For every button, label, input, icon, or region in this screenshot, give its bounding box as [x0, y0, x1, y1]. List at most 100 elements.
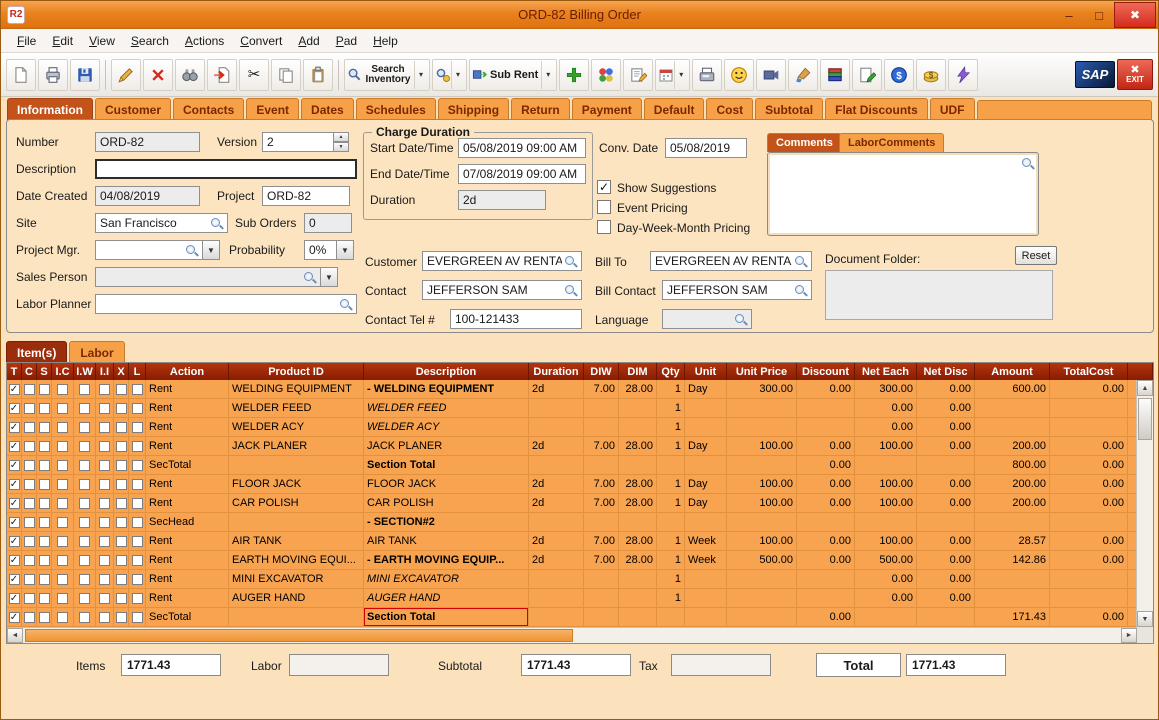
media-button[interactable] [756, 59, 786, 91]
rates-button[interactable]: $ [916, 59, 946, 91]
cell-net-disc[interactable]: 0.00 [917, 570, 975, 588]
cell-description[interactable]: AIR TANK [364, 532, 529, 550]
row-checkbox-i-i[interactable] [99, 555, 110, 566]
labor-planner-field[interactable] [95, 294, 357, 314]
vertical-scroll-thumb[interactable] [1138, 398, 1152, 440]
row-checkbox-s[interactable] [39, 555, 50, 566]
number-field[interactable]: ORD-82 [95, 132, 200, 152]
cell-net-disc[interactable]: 0.00 [917, 532, 975, 550]
cell-action[interactable]: Rent [146, 475, 229, 493]
menu-search[interactable]: Search [123, 31, 177, 51]
cell-unit[interactable] [685, 513, 727, 531]
cell-amount[interactable]: 142.86 [975, 551, 1050, 569]
cell-unit-price[interactable]: 100.00 [727, 437, 797, 455]
search-icon[interactable] [210, 217, 223, 230]
project-field[interactable]: ORD-82 [262, 186, 350, 206]
cell-net-each[interactable]: 500.00 [855, 551, 917, 569]
row-checkbox-i-c[interactable] [57, 517, 68, 528]
column-header-i-i[interactable]: I.I [96, 363, 114, 380]
row-checkbox-s[interactable] [39, 441, 50, 452]
cell-total-cost[interactable] [1050, 513, 1128, 531]
cell-total-cost[interactable]: 0.00 [1050, 475, 1128, 493]
customer-field[interactable]: EVERGREEN AV RENTAL [422, 251, 582, 271]
cell-total-cost[interactable]: 0.00 [1050, 380, 1128, 398]
cell-action[interactable]: Rent [146, 418, 229, 436]
chevron-down-icon[interactable]: ▾ [541, 61, 554, 89]
row-checkbox-c[interactable] [24, 593, 35, 604]
import-button[interactable] [207, 59, 237, 91]
cell-product-id[interactable]: WELDER ACY [229, 418, 364, 436]
close-button[interactable]: ✖ [1114, 2, 1156, 28]
cell-discount[interactable]: 0.00 [797, 456, 855, 474]
table-row[interactable]: ✓RentWELDER FEEDWELDER FEED10.000.00 [7, 399, 1153, 418]
availability-button[interactable] [591, 59, 621, 91]
cell-product-id[interactable]: WELDER FEED [229, 399, 364, 417]
copy-button[interactable] [271, 59, 301, 91]
row-checkbox-i-w[interactable] [79, 612, 90, 623]
cell-dim[interactable] [619, 589, 657, 607]
cell-amount[interactable] [975, 418, 1050, 436]
cell-diw[interactable]: 7.00 [584, 551, 619, 569]
row-checkbox-c[interactable] [24, 479, 35, 490]
cell-action[interactable]: SecHead [146, 513, 229, 531]
document-folder-area[interactable] [825, 270, 1053, 320]
tab-labor-comments[interactable]: LaborComments [839, 133, 944, 152]
row-checkbox-x[interactable] [116, 403, 127, 414]
print-button[interactable] [38, 59, 68, 91]
search-icon[interactable] [339, 298, 352, 311]
cell-product-id[interactable]: FLOOR JACK [229, 475, 364, 493]
cell-qty[interactable]: 1 [657, 551, 685, 569]
cell-qty[interactable]: 1 [657, 570, 685, 588]
cell-amount[interactable]: 800.00 [975, 456, 1050, 474]
labor-total-field[interactable] [289, 654, 389, 676]
cell-action[interactable]: Rent [146, 589, 229, 607]
row-checkbox-i-w[interactable] [79, 479, 90, 490]
project-mgr-dropdown[interactable]: ▼ [203, 240, 220, 260]
conv-date-field[interactable]: 05/08/2019 [665, 138, 747, 158]
cell-net-disc[interactable]: 0.00 [917, 418, 975, 436]
menu-add[interactable]: Add [290, 31, 327, 51]
tab-comments[interactable]: Comments [767, 133, 842, 152]
column-header-i-w[interactable]: I.W [74, 363, 96, 380]
cell-qty[interactable] [657, 513, 685, 531]
subtotal-field[interactable]: 1771.43 [521, 654, 631, 676]
tab-default[interactable]: Default [644, 98, 705, 120]
cell-net-each[interactable] [855, 608, 917, 626]
cell-description[interactable]: Section Total [364, 456, 529, 474]
cell-duration[interactable]: 2d [529, 551, 584, 569]
cell-diw[interactable]: 7.00 [584, 532, 619, 550]
binoculars-button[interactable] [175, 59, 205, 91]
row-checkbox-t[interactable]: ✓ [9, 422, 20, 433]
row-checkbox-i-i[interactable] [99, 498, 110, 509]
row-checkbox-s[interactable] [39, 612, 50, 623]
cell-net-disc[interactable]: 0.00 [917, 437, 975, 455]
cell-product-id[interactable]: CAR POLISH [229, 494, 364, 512]
chevron-down-icon[interactable]: ▾ [451, 61, 464, 89]
cell-net-disc[interactable] [917, 513, 975, 531]
row-checkbox-c[interactable] [24, 422, 35, 433]
cell-total-cost[interactable] [1050, 570, 1128, 588]
row-checkbox-l[interactable] [132, 460, 143, 471]
row-checkbox-t[interactable]: ✓ [9, 384, 20, 395]
row-checkbox-i-i[interactable] [99, 593, 110, 604]
cell-dim[interactable]: 28.00 [619, 494, 657, 512]
menu-convert[interactable]: Convert [232, 31, 290, 51]
row-checkbox-x[interactable] [116, 498, 127, 509]
cell-dim[interactable]: 28.00 [619, 551, 657, 569]
cell-diw[interactable] [584, 418, 619, 436]
row-checkbox-c[interactable] [24, 517, 35, 528]
row-checkbox-x[interactable] [116, 574, 127, 585]
table-row[interactable]: ✓RentFLOOR JACKFLOOR JACK2d7.0028.001Day… [7, 475, 1153, 494]
delete-button[interactable] [143, 59, 173, 91]
cell-duration[interactable] [529, 418, 584, 436]
cell-total-cost[interactable]: 0.00 [1050, 532, 1128, 550]
cell-qty[interactable]: 1 [657, 494, 685, 512]
column-header-qty[interactable]: Qty [657, 363, 685, 380]
row-checkbox-l[interactable] [132, 536, 143, 547]
menu-actions[interactable]: Actions [177, 31, 232, 51]
search-icon[interactable] [303, 271, 316, 284]
cell-duration[interactable] [529, 608, 584, 626]
cell-description[interactable]: - WELDING EQUIPMENT [364, 380, 529, 398]
cell-unit-price[interactable] [727, 399, 797, 417]
cell-product-id[interactable] [229, 513, 364, 531]
